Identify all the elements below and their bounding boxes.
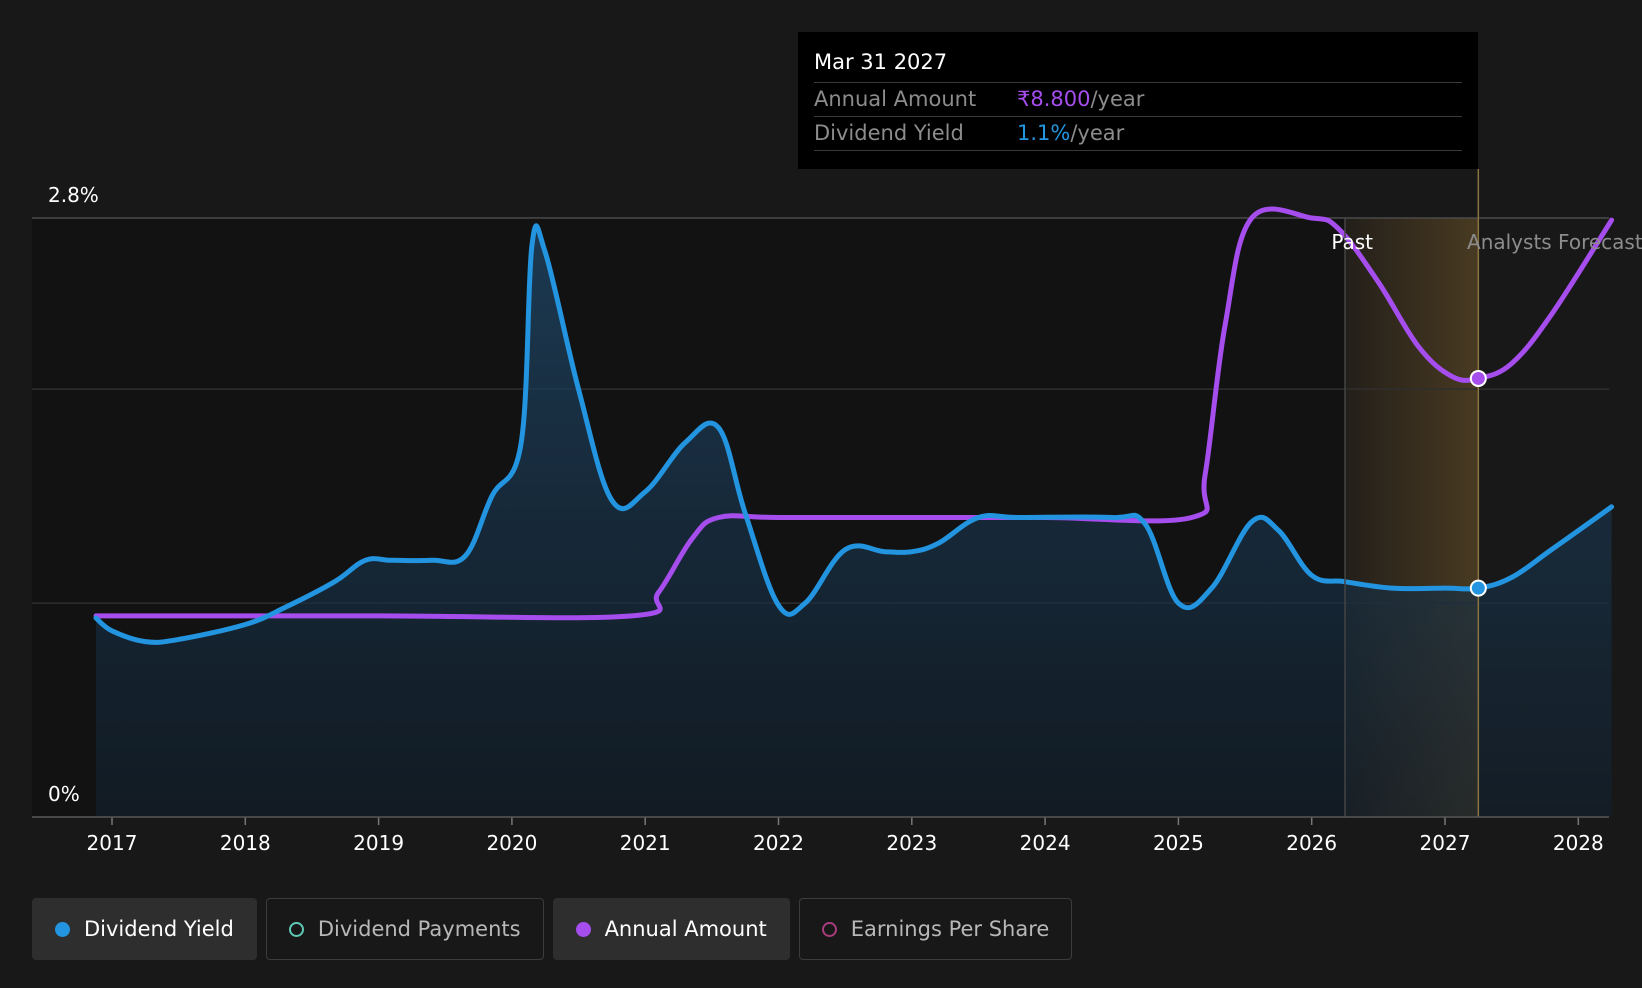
- x-tick-label: 2021: [620, 831, 671, 855]
- x-axis-ticks: 2017 2018 2019 2020 2021 2022 2023 2024 2025 2026…: [87, 817, 1604, 855]
- dividend-chart[interactable]: 2.8% 0% 2017 2018 2019 2020 2021 2022 2023 2024 2…: [0, 0, 1642, 988]
- x-tick-label: 2024: [1020, 831, 1071, 855]
- filled-circle-icon: [55, 921, 70, 937]
- tooltip-unit: /year: [1090, 87, 1145, 111]
- y-tick-label: 0%: [48, 782, 80, 806]
- x-tick-label: 2020: [486, 831, 537, 855]
- x-tick-label: 2022: [753, 831, 804, 855]
- x-tick-label: 2025: [1153, 831, 1204, 855]
- marker-dividend-yield[interactable]: [1469, 579, 1487, 597]
- tooltip: Mar 31 2027 Annual Amount ₹8.800 /year D…: [798, 32, 1478, 169]
- tooltip-unit: /year: [1070, 121, 1125, 145]
- tooltip-label: Annual Amount: [814, 87, 977, 111]
- tooltip-date: Mar 31 2027: [814, 46, 1462, 83]
- x-tick-label: 2023: [886, 831, 937, 855]
- x-tick-label: 2018: [220, 831, 271, 855]
- hollow-circle-icon: [821, 921, 837, 937]
- y-tick-label: 2.8%: [48, 183, 99, 207]
- hollow-circle-icon: [288, 921, 304, 937]
- tooltip-row-dividend-yield: Dividend Yield 1.1% /year: [814, 117, 1462, 151]
- past-label: Past: [1331, 230, 1373, 254]
- legend-label: Dividend Payments: [317, 917, 521, 941]
- legend-label: Annual Amount: [604, 917, 767, 941]
- marker-annual-amount[interactable]: [1469, 369, 1487, 387]
- tooltip-value: 1.1%: [1017, 121, 1071, 145]
- legend-label: Dividend Yield: [84, 917, 234, 941]
- tooltip-label: Dividend Yield: [814, 121, 964, 145]
- tooltip-row-annual-amount: Annual Amount ₹8.800 /year: [814, 83, 1462, 117]
- x-tick-label: 2027: [1420, 831, 1471, 855]
- x-tick-label: 2028: [1553, 831, 1604, 855]
- legend-item-earnings-per-share[interactable]: Earnings Per Share: [798, 898, 1073, 960]
- tooltip-value: ₹8.800: [1017, 87, 1091, 111]
- x-tick-label: 2026: [1286, 831, 1337, 855]
- legend-label: Earnings Per Share: [850, 917, 1050, 941]
- legend: Dividend Yield Dividend Payments Annual …: [32, 898, 1073, 960]
- x-tick-label: 2017: [87, 831, 138, 855]
- analysts-forecasts-label: Analysts Forecasts: [1467, 230, 1642, 254]
- legend-item-annual-amount[interactable]: Annual Amount: [552, 898, 790, 960]
- filled-circle-icon: [575, 921, 591, 937]
- legend-item-dividend-payments[interactable]: Dividend Payments: [265, 898, 544, 960]
- x-tick-label: 2019: [353, 831, 404, 855]
- legend-item-dividend-yield[interactable]: Dividend Yield: [32, 898, 257, 960]
